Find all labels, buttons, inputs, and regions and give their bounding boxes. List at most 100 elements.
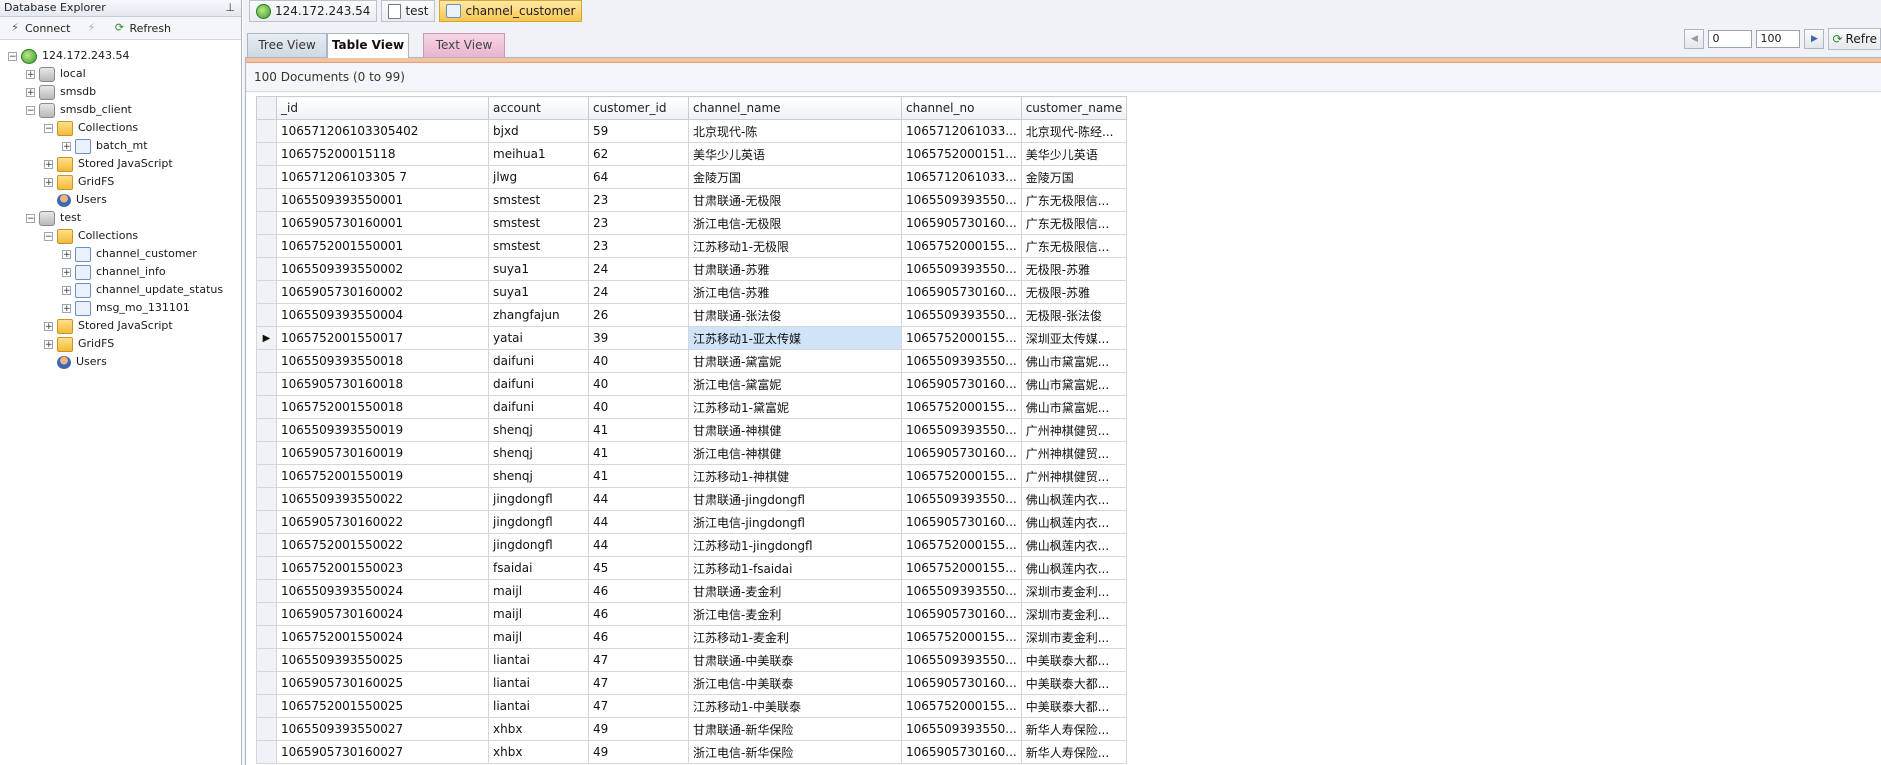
cell-channel-no[interactable]: 1065712061033... [901,119,1022,143]
cell-channel-no[interactable]: 1065752000155... [901,326,1022,350]
cell-id[interactable]: 1065905730160019 [276,441,489,465]
cell-channel-name[interactable]: 北京现代-陈 [688,119,902,143]
cell-account[interactable]: xhbx [488,717,589,741]
cell-id[interactable]: 106571206103305 7 [276,165,489,189]
cell-customer-name[interactable]: 广东无极限信... [1020,234,1128,258]
tab-server[interactable]: 124.172.243.54 [249,0,378,22]
cell-customer-name[interactable]: 佛山枫莲内衣... [1020,533,1128,557]
cell-channel-no[interactable]: 1065752000155... [901,464,1022,488]
cell-channel-no[interactable]: 1065509393550... [901,257,1022,281]
expand-icon[interactable]: + [44,339,53,349]
column-header[interactable]: _id [276,96,489,120]
cell-id[interactable]: 106571206103305402 [276,119,489,143]
cell-channel-name[interactable]: 浙江电信-新华保险 [688,740,902,764]
row-header[interactable] [256,188,277,212]
cell-channel-name[interactable]: 金陵万国 [688,165,902,189]
cell-id[interactable]: 1065905730160025 [276,671,489,695]
expand-icon[interactable]: + [62,285,71,295]
cell-channel-name[interactable]: 江苏移动1-无极限 [688,234,902,258]
cell-customer-id[interactable]: 46 [588,602,689,626]
cell-channel-name[interactable]: 美华少儿英语 [688,142,902,166]
tree-node[interactable]: + channel_update_status [62,281,223,299]
table-row[interactable]: 1065509393550027 xhbx 49 甘肃联通-新华保险 106550939… [256,717,1128,741]
cell-id[interactable]: 1065905730160022 [276,510,489,534]
cell-id[interactable]: 1065752001550001 [276,234,489,258]
cell-channel-name[interactable]: 甘肃联通-新华保险 [688,717,902,741]
cell-customer-name[interactable]: 中美联泰大都... [1020,694,1128,718]
cell-channel-no[interactable]: 1065905730160... [901,372,1022,396]
cell-channel-no[interactable]: 1065509393550... [901,188,1022,212]
table-row[interactable]: 1065509393550004 zhangfajun 26 甘肃联通-张法俊 1065… [256,303,1128,327]
cell-customer-name[interactable]: 佛山市黛富妮... [1020,372,1128,396]
cell-account[interactable]: yatai [488,326,589,350]
cell-channel-name[interactable]: 浙江电信-无极限 [688,211,902,235]
cell-customer-id[interactable]: 40 [588,395,689,419]
cell-account[interactable]: bjxd [488,119,589,143]
row-header[interactable] [256,464,277,488]
cell-account[interactable]: fsaidai [488,556,589,580]
column-header[interactable]: channel_no [901,96,1022,120]
cell-channel-no[interactable]: 1065712061033... [901,165,1022,189]
cell-id[interactable]: 1065509393550024 [276,579,489,603]
cell-customer-id[interactable]: 47 [588,648,689,672]
cell-channel-name[interactable]: 甘肃联通-黛富妮 [688,349,902,373]
cell-account[interactable]: liantai [488,648,589,672]
row-header[interactable] [256,372,277,396]
cell-customer-name[interactable]: 无极限-苏雅 [1020,257,1128,281]
cell-account[interactable]: jingdongfl [488,510,589,534]
cell-customer-name[interactable]: 佛山市黛富妮... [1020,395,1128,419]
column-header[interactable]: channel_name [688,96,902,120]
cell-channel-no[interactable]: 1065509393550... [901,303,1022,327]
cell-channel-name[interactable]: 甘肃联通-麦金利 [688,579,902,603]
cell-channel-no[interactable]: 1065905730160... [901,211,1022,235]
cell-customer-name[interactable]: 中美联泰大都... [1020,671,1128,695]
refresh-button[interactable]: ⟳ Refresh [108,19,175,37]
cell-customer-id[interactable]: 62 [588,142,689,166]
cell-account[interactable]: liantai [488,671,589,695]
cell-account[interactable]: xhbx [488,740,589,764]
table-row[interactable]: 1065905730160027 xhbx 49 浙江电信-新华保险 106590573… [256,740,1128,764]
cell-account[interactable]: daifuni [488,395,589,419]
cell-customer-name[interactable]: 金陵万国 [1020,165,1128,189]
cell-channel-name[interactable]: 江苏移动1-jingdongfl [688,533,902,557]
cell-customer-name[interactable]: 广东无极限信... [1020,188,1128,212]
row-header[interactable] [256,303,277,327]
cell-channel-name[interactable]: 浙江电信-黛富妮 [688,372,902,396]
table-row[interactable]: 106571206103305402 bjxd 59 北京现代-陈 1065712061… [256,119,1128,143]
tab-tree-view[interactable]: Tree View [247,33,327,57]
cell-id[interactable]: 1065905730160001 [276,211,489,235]
current-row-indicator[interactable]: ▶ [256,326,277,350]
cell-id[interactable]: 1065905730160027 [276,740,489,764]
cell-id[interactable]: 1065752001550024 [276,625,489,649]
cell-id[interactable]: 1065752001550022 [276,533,489,557]
table-row[interactable]: 1065752001550018 daifuni 40 江苏移动1-黛富妮 106575… [256,395,1128,419]
cell-customer-id[interactable]: 44 [588,487,689,511]
cell-customer-id[interactable]: 39 [588,326,689,350]
cell-customer-id[interactable]: 41 [588,441,689,465]
cell-channel-name[interactable]: 浙江电信-苏雅 [688,280,902,304]
cell-id[interactable]: 1065905730160002 [276,280,489,304]
expand-icon[interactable]: + [62,249,71,259]
row-header[interactable] [256,280,277,304]
tab-database[interactable]: test [381,0,436,22]
cell-channel-no[interactable]: 1065509393550... [901,648,1022,672]
connect-button[interactable]: ⚡ Connect [4,19,74,37]
cell-customer-id[interactable]: 41 [588,464,689,488]
cell-account[interactable]: jingdongfl [488,533,589,557]
cell-channel-name[interactable]: 浙江电信-jingdongfl [688,510,902,534]
cell-customer-name[interactable]: 佛山市黛富妮... [1020,349,1128,373]
table-row[interactable]: 1065752001550022 jingdongfl 44 江苏移动1-jingdo… [256,533,1128,557]
cell-customer-id[interactable]: 24 [588,257,689,281]
cell-channel-name[interactable]: 江苏移动1-黛富妮 [688,395,902,419]
cell-channel-no[interactable]: 1065752000155... [901,533,1022,557]
table-row[interactable]: 1065752001550019 shenqj 41 江苏移动1-神棋健 1065752… [256,464,1128,488]
cell-channel-name[interactable]: 浙江电信-中美联泰 [688,671,902,695]
tree-node[interactable]: − Collections [44,227,138,245]
tree-node[interactable]: + smsdb [26,83,96,101]
cell-customer-id[interactable]: 45 [588,556,689,580]
cell-customer-name[interactable]: 广州神棋健贸... [1020,464,1128,488]
cell-channel-name[interactable]: 江苏移动1-麦金利 [688,625,902,649]
row-header[interactable] [256,165,277,189]
tree-node[interactable]: + batch_mt [62,137,148,155]
cell-account[interactable]: shenqj [488,418,589,442]
